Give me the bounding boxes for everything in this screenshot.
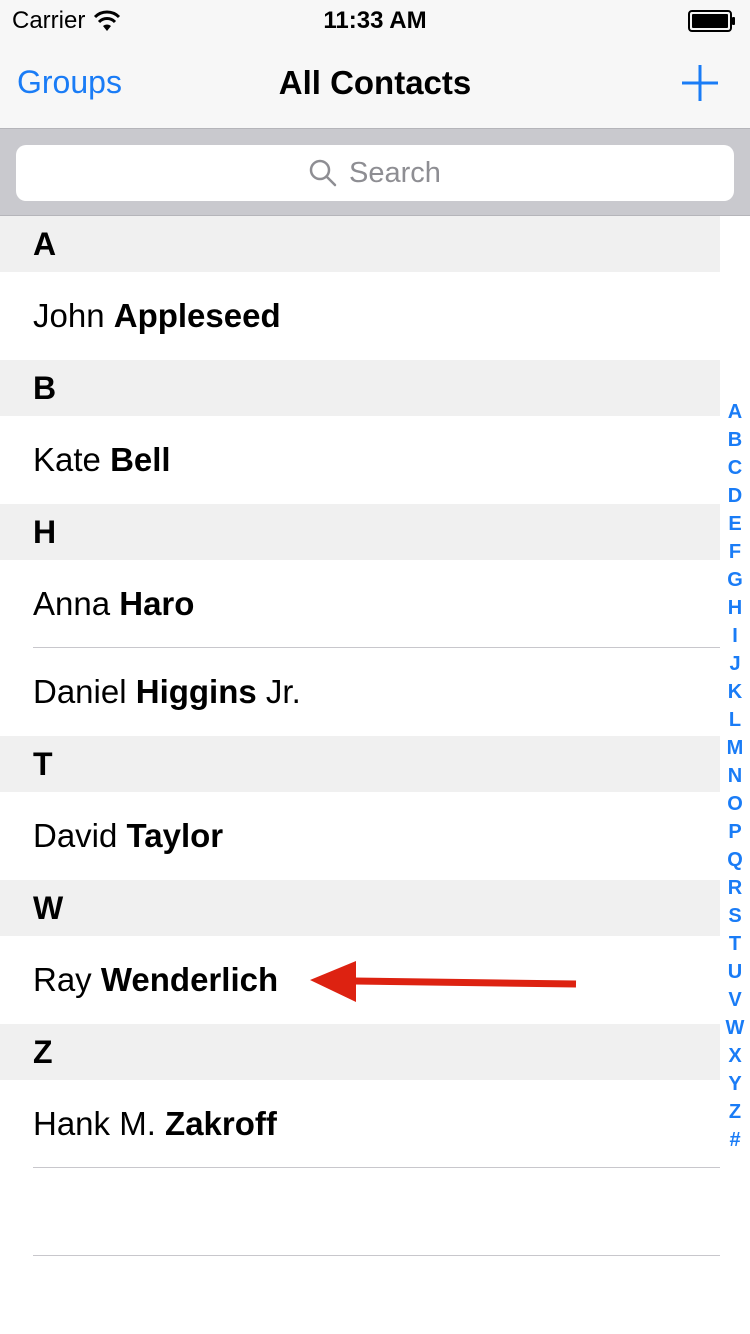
contact-row[interactable]: Daniel Higgins Jr. (0, 648, 720, 736)
contact-first-name: Hank M. (33, 1105, 156, 1142)
contact-last-name: Appleseed (113, 297, 281, 334)
navigation-bar: Groups All Contacts (0, 40, 750, 128)
section-header-w: W (0, 880, 720, 936)
section-header-z: Z (0, 1024, 720, 1080)
contact-suffix: Jr. (265, 673, 301, 710)
index-letter[interactable]: V (720, 986, 750, 1014)
row-separator (33, 1167, 720, 1168)
search-placeholder: Search (349, 156, 441, 189)
index-letter[interactable]: P (720, 818, 750, 846)
index-letter[interactable]: M (720, 734, 750, 762)
index-letter[interactable]: R (720, 874, 750, 902)
index-letter[interactable]: # (720, 1126, 750, 1154)
status-bar: Carrier 11:33 AM (0, 0, 750, 40)
index-letter[interactable]: W (720, 1014, 750, 1042)
annotation-arrow-icon (310, 961, 577, 1002)
page-title: All Contacts (278, 64, 472, 101)
index-letter[interactable]: B (720, 426, 750, 454)
index-letter[interactable]: I (720, 622, 750, 650)
index-letter[interactable]: X (720, 1042, 750, 1070)
contact-last-name: Zakroff (165, 1105, 277, 1142)
contact-first-name: Kate (33, 441, 101, 478)
contact-row[interactable]: Anna Haro (0, 560, 720, 648)
index-letter[interactable]: U (720, 958, 750, 986)
index-letter[interactable]: Q (720, 846, 750, 874)
index-letter[interactable]: O (720, 790, 750, 818)
section-header-a: A (0, 216, 720, 272)
contact-last-name: Wenderlich (100, 961, 279, 998)
plus-icon[interactable] (680, 63, 720, 103)
index-letter[interactable]: G (720, 566, 750, 594)
contact-row[interactable]: Hank M. Zakroff (0, 1080, 720, 1168)
contacts-list: A John Appleseed B Kate Bell H Anna Haro… (0, 216, 720, 1168)
index-letter[interactable]: L (720, 706, 750, 734)
index-letter[interactable]: Z (720, 1098, 750, 1126)
contact-first-name: Anna (33, 585, 111, 622)
contact-last-name: Bell (110, 441, 171, 478)
contact-last-name: Taylor (126, 817, 224, 854)
index-letter[interactable]: A (720, 398, 750, 426)
index-letter[interactable]: K (720, 678, 750, 706)
contact-first-name: David (33, 817, 118, 854)
contact-first-name: John (33, 297, 105, 334)
index-letter[interactable]: D (720, 482, 750, 510)
empty-row-separator (33, 1255, 720, 1256)
section-header-t: T (0, 736, 720, 792)
contact-row[interactable]: David Taylor (0, 792, 720, 880)
contact-row[interactable]: Kate Bell (0, 416, 720, 504)
index-letter[interactable]: J (720, 650, 750, 678)
section-header-b: B (0, 360, 720, 416)
section-header-h: H (0, 504, 720, 560)
contact-last-name: Haro (119, 585, 195, 622)
index-letter[interactable]: E (720, 510, 750, 538)
search-bar: Search (0, 128, 750, 216)
contact-first-name: Ray (33, 961, 92, 998)
index-letter[interactable]: T (720, 930, 750, 958)
search-input[interactable]: Search (16, 145, 734, 201)
index-letter[interactable]: H (720, 594, 750, 622)
index-letter[interactable]: F (720, 538, 750, 566)
index-letter[interactable]: C (720, 454, 750, 482)
contact-row[interactable]: John Appleseed (0, 272, 720, 360)
battery-icon (688, 10, 735, 32)
index-letter[interactable]: Y (720, 1070, 750, 1098)
search-icon (309, 159, 337, 187)
status-time: 11:33 AM (323, 7, 427, 34)
contact-first-name: Daniel (33, 673, 127, 710)
index-letter[interactable]: S (720, 902, 750, 930)
contact-last-name: Higgins (135, 673, 257, 710)
section-index[interactable]: A B C D E F G H I J K L M N O P Q R S T U V W X Y Z # (720, 398, 750, 1154)
index-letter[interactable]: N (720, 762, 750, 790)
